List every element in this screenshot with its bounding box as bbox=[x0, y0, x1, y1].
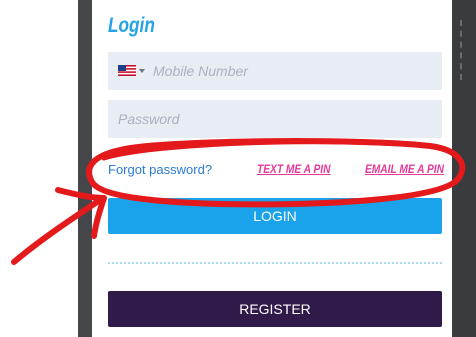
dotted-divider bbox=[108, 262, 442, 264]
left-background-strip bbox=[78, 0, 92, 337]
mobile-number-placeholder: Mobile Number bbox=[153, 63, 248, 79]
register-button[interactable]: REGISTER bbox=[108, 291, 442, 327]
mobile-number-field[interactable]: Mobile Number bbox=[108, 52, 442, 90]
login-title: Login bbox=[108, 14, 155, 37]
country-dropdown-icon[interactable] bbox=[139, 69, 145, 73]
login-button[interactable]: LOGIN bbox=[108, 198, 442, 234]
annotation-ellipse-overlap bbox=[101, 139, 403, 161]
us-flag-icon[interactable] bbox=[118, 65, 136, 76]
right-background-strip bbox=[452, 0, 476, 337]
screenshot: Login Mobile Number Password Forgot pass… bbox=[0, 0, 476, 337]
background-texture bbox=[460, 20, 470, 80]
password-placeholder: Password bbox=[118, 111, 180, 127]
text-me-a-pin-link[interactable]: TEXT ME A PIN bbox=[257, 162, 330, 176]
password-field[interactable]: Password bbox=[108, 100, 442, 138]
email-me-a-pin-link[interactable]: EMAIL ME A PIN bbox=[365, 162, 444, 176]
forgot-password-link[interactable]: Forgot password? bbox=[108, 162, 212, 177]
